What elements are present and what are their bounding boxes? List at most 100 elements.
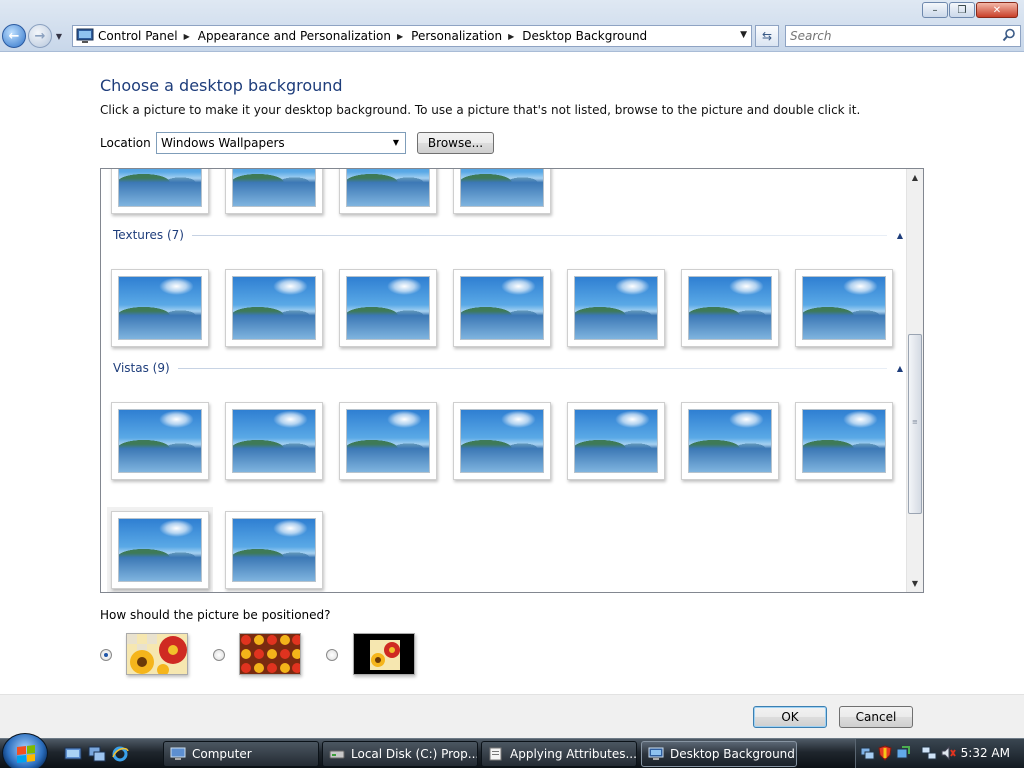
windows-update-icon[interactable] (895, 745, 911, 761)
position-center-preview[interactable] (353, 633, 415, 675)
browse-button[interactable]: Browse... (417, 132, 494, 154)
search-box (785, 25, 1021, 47)
wallpaper-image (460, 169, 544, 207)
position-tile-preview[interactable] (239, 633, 301, 675)
maximize-button[interactable]: ❒ (949, 2, 975, 18)
breadcrumb-desktop-background[interactable]: Desktop Background (522, 26, 647, 46)
back-button[interactable]: ← (2, 24, 26, 48)
taskbar-item-applying-attributes[interactable]: Applying Attributes... (481, 741, 637, 767)
wallpaper-image (118, 169, 202, 207)
category-header-textures[interactable]: Textures (7) ▲ (113, 227, 903, 243)
wallpaper-image (232, 518, 316, 582)
network-icon[interactable] (921, 745, 937, 761)
wallpaper-thumbnail[interactable] (111, 402, 209, 480)
windows-logo-icon (17, 745, 35, 763)
recent-pages-dropdown-icon[interactable]: ▼ (54, 32, 64, 41)
clock[interactable]: 5:32 AM (961, 746, 1010, 760)
wallpaper-thumbnail[interactable] (225, 169, 323, 214)
flower-tile-image (240, 634, 300, 674)
category-header-vistas[interactable]: Vistas (9) ▲ (113, 360, 903, 376)
wallpaper-thumbnail[interactable] (339, 169, 437, 214)
ok-button[interactable]: OK (753, 706, 827, 728)
wallpaper-thumbnail[interactable] (567, 269, 665, 347)
title-bar: – ❒ ✕ ← → ▼ Control Panel ▶ Appearance an… (0, 0, 1024, 52)
wallpaper-thumbnail[interactable] (225, 269, 323, 347)
disk-drive-icon (329, 750, 345, 759)
wallpaper-thumbnail[interactable] (225, 511, 323, 589)
chevron-down-icon: ▼ (392, 138, 399, 147)
security-shield-icon[interactable] (877, 745, 893, 761)
taskbar-item-label: Local Disk (C:) Prop... (351, 747, 478, 761)
wallpaper-image (346, 276, 430, 340)
position-fit-preview[interactable] (126, 633, 188, 675)
wallpaper-thumbnail[interactable] (453, 269, 551, 347)
wallpaper-image (118, 276, 202, 340)
wallpaper-thumbnail[interactable] (339, 269, 437, 347)
location-dropdown[interactable]: Windows Wallpapers ▼ (156, 132, 406, 154)
address-dropdown-icon[interactable]: ▼ (740, 30, 747, 40)
collapse-icon[interactable]: ▲ (887, 364, 903, 373)
category-label: Vistas (9) (113, 361, 170, 375)
forward-button[interactable]: → (28, 24, 52, 48)
flower-fit-image (127, 634, 187, 674)
wallpaper-thumbnail[interactable] (339, 402, 437, 480)
wallpaper-image (688, 276, 772, 340)
page-title: Choose a desktop background (100, 76, 343, 95)
switch-windows-icon[interactable] (88, 745, 106, 763)
wallpaper-thumbnail-selected[interactable] (111, 511, 209, 589)
taskbar-item-label: Applying Attributes... (510, 747, 637, 761)
start-button[interactable] (2, 733, 48, 768)
wallpaper-thumbnail[interactable] (681, 402, 779, 480)
scroll-up-icon[interactable]: ▲ (907, 169, 923, 186)
location-label: Location (100, 136, 151, 150)
volume-muted-icon[interactable] (940, 745, 956, 761)
computer-icon (170, 747, 186, 760)
wallpaper-image (802, 409, 886, 473)
navigation-buttons: ← → ▼ (2, 24, 64, 48)
radio-center[interactable] (326, 649, 338, 661)
category-divider (192, 234, 887, 236)
breadcrumb-control-panel[interactable]: Control Panel ▶ (98, 26, 198, 46)
system-tray: 5:32 AM (855, 739, 1024, 768)
taskbar-item-local-disk[interactable]: Local Disk (C:) Prop... (322, 741, 478, 767)
page-description: Click a picture to make it your desktop … (100, 103, 861, 117)
wallpaper-thumbnail[interactable] (111, 169, 209, 214)
wallpaper-thumbnail[interactable] (453, 169, 551, 214)
wallpaper-image (460, 409, 544, 473)
radio-fit-to-screen[interactable] (100, 649, 112, 661)
network-sharing-icon[interactable] (859, 745, 875, 761)
wallpaper-image (346, 169, 430, 207)
taskbar-item-computer[interactable]: Computer (163, 741, 319, 767)
show-desktop-icon[interactable] (64, 745, 82, 763)
scrollbar-thumb[interactable]: ≡ (908, 334, 922, 514)
scroll-down-icon[interactable]: ▼ (907, 575, 923, 592)
taskbar-item-desktop-background[interactable]: Desktop Background (641, 741, 797, 767)
control-panel-icon (76, 28, 94, 43)
wallpaper-thumbnail[interactable] (681, 269, 779, 347)
desktop-background-icon (648, 747, 664, 760)
properties-icon (489, 747, 502, 761)
window-controls: – ❒ ✕ (922, 2, 1018, 18)
wallpaper-image (574, 409, 658, 473)
search-icon[interactable] (1002, 28, 1016, 42)
cancel-button[interactable]: Cancel (839, 706, 913, 728)
wallpaper-thumbnail[interactable] (795, 402, 893, 480)
minimize-button[interactable]: – (922, 2, 948, 18)
breadcrumb-personalization[interactable]: Personalization ▶ (411, 26, 522, 46)
gallery-scrollbar[interactable]: ▲ ≡ ▼ (906, 169, 923, 592)
wallpaper-thumbnail[interactable] (111, 269, 209, 347)
wallpaper-thumbnail[interactable] (795, 269, 893, 347)
wallpaper-thumbnail[interactable] (567, 402, 665, 480)
wallpaper-thumbnail[interactable] (225, 402, 323, 480)
location-value: Windows Wallpapers (161, 136, 285, 150)
close-button[interactable]: ✕ (976, 2, 1018, 18)
address-bar[interactable]: Control Panel ▶ Appearance and Personaliz… (72, 25, 752, 47)
radio-tile[interactable] (213, 649, 225, 661)
wallpaper-thumbnail[interactable] (453, 402, 551, 480)
internet-explorer-icon[interactable] (111, 745, 129, 763)
category-label: Textures (7) (113, 228, 184, 242)
search-input[interactable] (786, 26, 986, 46)
refresh-button[interactable]: ⇆ (755, 25, 779, 47)
collapse-icon[interactable]: ▲ (887, 231, 903, 240)
breadcrumb-appearance[interactable]: Appearance and Personalization ▶ (198, 26, 411, 46)
